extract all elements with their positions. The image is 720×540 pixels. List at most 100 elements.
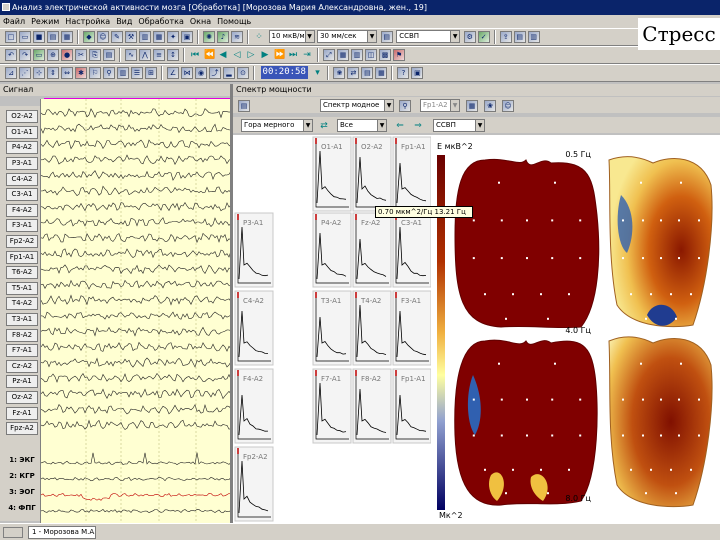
scale-icon[interactable]: ↕ bbox=[167, 49, 179, 61]
spectrum-cell[interactable]: P4-A2 bbox=[312, 212, 352, 288]
channel-label[interactable]: T3-A1 bbox=[6, 313, 38, 326]
channel-label[interactable]: F8-A2 bbox=[6, 329, 38, 342]
right-arrow-icon[interactable]: ⇒ bbox=[412, 120, 424, 132]
mapping-icon[interactable]: ◉ bbox=[195, 67, 207, 79]
grid-icon[interactable]: ▦ bbox=[153, 31, 165, 43]
view-mode-select[interactable]: Спектр модное ▼ bbox=[320, 99, 394, 112]
cut-icon[interactable]: ✂ bbox=[75, 49, 87, 61]
markers-icon[interactable]: ⚲ bbox=[103, 67, 115, 79]
undo-icon[interactable]: ↶ bbox=[5, 49, 17, 61]
new-file-icon[interactable]: □ bbox=[5, 31, 17, 43]
start-icon[interactable] bbox=[3, 527, 23, 538]
spectrum-cell[interactable]: O2-A2 bbox=[352, 136, 392, 212]
taskbar-window-button[interactable]: 1 - Морозова М.А. bbox=[28, 526, 96, 539]
spectrum-cell[interactable]: Fz-A2 bbox=[352, 212, 392, 288]
channel-label[interactable]: P3-A1 bbox=[6, 157, 38, 170]
calc-icon[interactable]: ▣ bbox=[181, 31, 193, 43]
menu-file[interactable]: Файл bbox=[0, 15, 28, 28]
montage-select[interactable]: ССВП ▼ bbox=[396, 30, 461, 43]
spectrum-cell[interactable]: T4-A2 bbox=[352, 290, 392, 366]
report-gen-icon[interactable]: ▤ bbox=[361, 67, 374, 79]
patient-icon[interactable]: ☺ bbox=[97, 31, 109, 43]
spectrum-cell[interactable]: F8-A2 bbox=[352, 368, 392, 444]
window-tile-icon[interactable]: ▣ bbox=[411, 67, 424, 79]
tools-icon[interactable]: ⚒ bbox=[125, 31, 137, 43]
time-display[interactable]: 00:20:58 bbox=[260, 66, 308, 79]
step-back-icon[interactable]: ◁ bbox=[231, 49, 243, 61]
grouping-select[interactable]: Гора мерного ▼ bbox=[241, 119, 313, 132]
compare-icon[interactable]: ⇄ bbox=[347, 67, 360, 79]
topo-head[interactable] bbox=[608, 336, 713, 508]
help-icon[interactable]: ? bbox=[397, 67, 410, 79]
hyperventilation-icon[interactable]: ≋ bbox=[231, 31, 243, 43]
spectrum-cell[interactable]: F4-A2 bbox=[234, 368, 274, 444]
redo-icon[interactable]: ↷ bbox=[19, 49, 31, 61]
photo-stim-icon[interactable]: ✺ bbox=[203, 31, 215, 43]
spectrum-cell[interactable]: C3-A1 bbox=[392, 212, 432, 288]
period-icon[interactable]: ⇔ bbox=[61, 67, 73, 79]
topography-area[interactable]: E мкВ^2 Мк^2 0.5 Гц 4.0 Гц 8.0 Гц bbox=[431, 135, 720, 523]
channel-label[interactable]: F7-A1 bbox=[6, 344, 38, 357]
filter-icon[interactable]: ▥ bbox=[139, 31, 151, 43]
spectrum-cell[interactable]: T3-A1 bbox=[312, 290, 352, 366]
next-icon[interactable]: ▶ bbox=[259, 49, 271, 61]
channel-label[interactable]: Fp2-A2 bbox=[6, 235, 38, 248]
channel-label[interactable]: C4-A2 bbox=[6, 173, 38, 186]
channel-label[interactable]: O1-A1 bbox=[6, 126, 38, 139]
spectrum-cell[interactable]: O1-A1 bbox=[312, 136, 352, 212]
head-icon[interactable]: ☺ bbox=[502, 100, 514, 112]
artifact-icon[interactable]: ✱ bbox=[75, 67, 87, 79]
brain-map-icon[interactable]: ❀ bbox=[484, 100, 496, 112]
first-page-icon[interactable]: ⏮ bbox=[189, 49, 201, 61]
channel-label[interactable]: Pz-A1 bbox=[6, 375, 38, 388]
channel-label-ppg[interactable]: 4: ФПГ bbox=[6, 502, 38, 515]
eeg-signal-area[interactable] bbox=[40, 99, 232, 523]
channel-label[interactable]: Cz-A2 bbox=[6, 360, 38, 373]
swap-icon[interactable]: ⇄ bbox=[318, 120, 330, 132]
wave-icon[interactable]: ∿ bbox=[125, 49, 137, 61]
open-file-icon[interactable]: ▭ bbox=[19, 31, 31, 43]
channel-label[interactable]: F3-A1 bbox=[6, 219, 38, 232]
copy-icon[interactable]: ⎘ bbox=[89, 49, 101, 61]
spectrum-icon[interactable]: ∠ bbox=[167, 67, 179, 79]
channel-label[interactable]: Fz-A1 bbox=[6, 407, 38, 420]
select-icon[interactable]: ▭ bbox=[33, 49, 45, 61]
print-report-icon[interactable]: ▦ bbox=[375, 67, 388, 79]
sensitivity-select[interactable]: 10 мкВ/мм ▼ bbox=[268, 30, 315, 43]
preview-icon[interactable]: ▦ bbox=[61, 31, 73, 43]
spectrum-cell[interactable]: Fp1-A1 bbox=[392, 136, 432, 212]
paste-icon[interactable]: ▤ bbox=[103, 49, 115, 61]
ref-icon[interactable]: ⚲ bbox=[399, 100, 411, 112]
book-icon[interactable]: ▥ bbox=[351, 49, 363, 61]
channel-label[interactable]: Oz-A2 bbox=[6, 391, 38, 404]
menu-mode[interactable]: Режим bbox=[28, 15, 62, 28]
step-forward-icon[interactable]: ▷ bbox=[245, 49, 257, 61]
goto-end-icon[interactable]: ⇥ bbox=[301, 49, 313, 61]
apply-icon[interactable]: ✓ bbox=[477, 31, 490, 43]
spectrum-cell[interactable]: F3-A1 bbox=[392, 290, 432, 366]
last-page-icon[interactable]: ⏭ bbox=[287, 49, 299, 61]
left-arrow-icon[interactable]: ⇐ bbox=[394, 120, 406, 132]
speed-select[interactable]: 30 мм/сек ▼ bbox=[317, 30, 378, 43]
trend-icon[interactable]: ⤴ bbox=[209, 67, 221, 79]
spectrum-montage-select[interactable]: ССВП ▼ bbox=[433, 119, 485, 132]
rows-icon[interactable]: ☰ bbox=[131, 67, 143, 79]
dots-icon[interactable]: ⁘ bbox=[253, 31, 265, 43]
menu-processing[interactable]: Обработка bbox=[135, 15, 186, 28]
layers-icon[interactable]: ◫ bbox=[365, 49, 377, 61]
print-icon[interactable]: ▤ bbox=[47, 31, 59, 43]
spectrum-cell[interactable]: C4-A2 bbox=[234, 290, 274, 366]
marker-icon[interactable]: ✦ bbox=[167, 31, 179, 43]
zoom-icon[interactable]: ⊕ bbox=[47, 49, 59, 61]
fit-icon[interactable]: ⤢ bbox=[323, 49, 335, 61]
print-spectrum-icon[interactable]: ▦ bbox=[466, 100, 478, 112]
chart-icon[interactable]: ▥ bbox=[527, 31, 540, 43]
prev-icon[interactable]: ◀ bbox=[217, 49, 229, 61]
save-icon[interactable]: ■ bbox=[33, 31, 45, 43]
menu-help[interactable]: Помощь bbox=[214, 15, 254, 28]
stop-icon[interactable]: ● bbox=[61, 49, 73, 61]
channel-label-ecg[interactable]: 1: ЭКГ bbox=[6, 454, 38, 467]
coherence-icon[interactable]: ⋈ bbox=[181, 67, 193, 79]
menu-view[interactable]: Вид bbox=[113, 15, 135, 28]
menu-windows[interactable]: Окна bbox=[187, 15, 214, 28]
